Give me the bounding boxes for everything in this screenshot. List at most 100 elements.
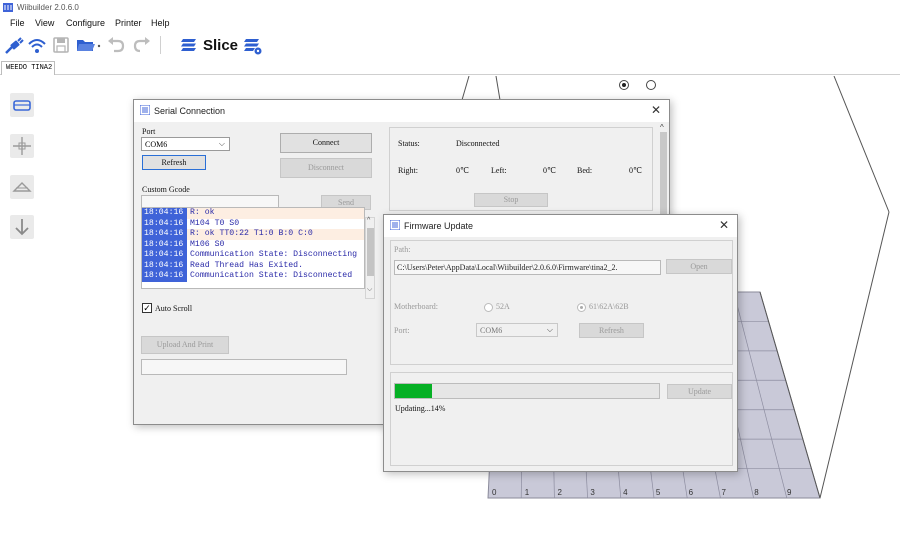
chevron-down-icon: ⌵ bbox=[218, 139, 225, 148]
left-tool-drop[interactable] bbox=[10, 215, 34, 239]
log-row: 18:04:16 Communication State: Disconnecte… bbox=[142, 271, 364, 282]
redo-icon[interactable] bbox=[133, 37, 151, 53]
tab-weedo-tina2[interactable]: WEEDO TINA2 bbox=[1, 61, 55, 75]
plate-ruler-label: 8 bbox=[754, 488, 759, 497]
stop-button[interactable]: Stop bbox=[474, 193, 548, 207]
port-label: Port bbox=[142, 127, 156, 136]
firmware-progress-bar bbox=[394, 383, 660, 399]
left-tool-rotate[interactable] bbox=[10, 175, 34, 199]
log-message: M106 S0 bbox=[190, 239, 225, 249]
log-list: 18:04:16 R: ok 18:04:16 M104 T0 S0 18:04:16 R… bbox=[141, 207, 365, 289]
close-icon[interactable]: ✕ bbox=[719, 218, 729, 232]
chevron-up-icon[interactable]: ^ bbox=[367, 217, 370, 224]
upload-and-print-button[interactable]: Upload And Print bbox=[141, 336, 229, 354]
serial-scroll-thumb[interactable] bbox=[660, 132, 667, 222]
move-icon bbox=[13, 137, 31, 155]
fw-refresh-button[interactable]: Refresh bbox=[579, 323, 644, 338]
autoscroll-label: Auto Scroll bbox=[155, 304, 193, 313]
log-timestamp: 18:04:16 bbox=[142, 218, 187, 229]
toolbar-separator bbox=[160, 36, 161, 54]
mb-option-61-62a-62b: 61\62A\62B bbox=[589, 302, 629, 311]
right-temp-value: 0℃ bbox=[456, 166, 469, 175]
log-row: 18:04:16 Communication State: Disconnecti… bbox=[142, 250, 364, 261]
disconnect-button[interactable]: Disconnect bbox=[280, 158, 372, 178]
firmware-title-bar: Firmware Update ✕ bbox=[384, 215, 737, 237]
slice-button-label[interactable]: Slice bbox=[203, 37, 238, 54]
plate-ruler-label: 2 bbox=[558, 488, 563, 497]
firmware-update-dialog: Firmware Update ✕ Path: C:\Users\Peter\A… bbox=[383, 214, 738, 472]
open-button[interactable]: Open bbox=[666, 259, 732, 274]
slice-icon[interactable] bbox=[180, 37, 198, 53]
log-scrollbar[interactable]: ^ ⌵ bbox=[365, 217, 375, 299]
menu-configure[interactable]: Configure bbox=[66, 18, 105, 28]
log-timestamp: 18:04:16 bbox=[142, 250, 187, 261]
port-select[interactable]: COM6 ⌵ bbox=[141, 137, 230, 151]
log-row: 18:04:16 R: ok bbox=[142, 208, 364, 219]
connect-button[interactable]: Connect bbox=[280, 133, 372, 153]
log-row: 18:04:16 M106 S0 bbox=[142, 239, 364, 250]
motherboard-label: Motherboard: bbox=[394, 302, 438, 311]
progress-text: Updating...14% bbox=[395, 404, 446, 413]
save-icon[interactable] bbox=[53, 37, 69, 53]
mb-radio-52a[interactable] bbox=[484, 303, 493, 312]
log-message: Communication State: Disconnecting bbox=[190, 250, 358, 259]
menu-file[interactable]: File bbox=[10, 18, 25, 28]
tab-strip bbox=[0, 59, 900, 75]
plate-ruler-label: 6 bbox=[689, 488, 694, 497]
slice-settings-icon[interactable] bbox=[243, 37, 263, 55]
open-icon[interactable] bbox=[76, 37, 104, 53]
log-message: M104 T0 S0 bbox=[190, 218, 240, 228]
path-input[interactable]: C:\Users\Peter\AppData\Local\Wiibuilder\… bbox=[394, 260, 661, 275]
chevron-up-icon[interactable]: ^ bbox=[660, 123, 664, 132]
left-tool-move[interactable] bbox=[10, 134, 34, 158]
status-value: Disconnected bbox=[456, 139, 500, 148]
plate-ruler-label: 1 bbox=[525, 488, 530, 497]
plate-ruler-label: 3 bbox=[590, 488, 595, 497]
log-row: 18:04:16 Read Thread Has Exited. bbox=[142, 260, 364, 271]
left-tool-platform[interactable] bbox=[10, 93, 34, 117]
log-message: Read Thread Has Exited. bbox=[190, 260, 304, 270]
plate-ruler-label: 0 bbox=[492, 488, 497, 497]
chevron-down-icon[interactable]: ⌵ bbox=[367, 286, 372, 294]
serial-title-bar: Serial Connection ✕ bbox=[134, 100, 669, 122]
update-button[interactable]: Update bbox=[667, 384, 732, 399]
path-label: Path: bbox=[394, 245, 411, 254]
fw-port-label: Port: bbox=[394, 326, 410, 335]
upload-progress-bar bbox=[141, 359, 347, 375]
app-icon bbox=[390, 220, 400, 230]
connect-icon[interactable] bbox=[4, 37, 24, 55]
view-radio-1[interactable] bbox=[619, 80, 629, 90]
fw-port-value: COM6 bbox=[480, 326, 503, 335]
autoscroll-checkbox[interactable]: ✓ bbox=[142, 303, 152, 313]
plate-ruler-label: 7 bbox=[721, 488, 726, 497]
chevron-down-icon: ⌵ bbox=[546, 325, 553, 334]
wifi-icon[interactable] bbox=[27, 37, 47, 55]
log-timestamp: 18:04:16 bbox=[142, 239, 187, 250]
log-message: Communication State: Disconnected bbox=[190, 271, 353, 280]
menu-printer[interactable]: Printer bbox=[115, 18, 142, 28]
view-radio-2[interactable] bbox=[646, 80, 656, 90]
mb-radio-61-62a-62b[interactable] bbox=[577, 303, 586, 312]
platform-icon bbox=[13, 100, 31, 111]
port-select-value: COM6 bbox=[145, 140, 168, 149]
plate-ruler-label: 4 bbox=[623, 488, 628, 497]
plate-ruler-label: 9 bbox=[787, 488, 792, 497]
bed-temp-label: Bed: bbox=[577, 166, 593, 175]
fw-port-select[interactable]: COM6 ⌵ bbox=[476, 323, 558, 337]
log-timestamp: 18:04:16 bbox=[142, 229, 187, 240]
undo-icon[interactable] bbox=[107, 37, 125, 53]
title-bar: Wiibuilder 2.0.6.0 bbox=[0, 0, 900, 15]
left-temp-label: Left: bbox=[491, 166, 507, 175]
status-label: Status: bbox=[398, 139, 420, 148]
close-icon[interactable]: ✕ bbox=[651, 103, 661, 117]
log-timestamp: 18:04:16 bbox=[142, 271, 187, 282]
toolbar: Slice bbox=[0, 31, 900, 59]
serial-dialog-title: Serial Connection bbox=[154, 106, 226, 116]
menu-view[interactable]: View bbox=[35, 18, 54, 28]
refresh-button[interactable]: Refresh bbox=[142, 155, 206, 170]
app-icon bbox=[140, 105, 150, 115]
bed-temp-value: 0℃ bbox=[629, 166, 642, 175]
plate-ruler-label: 5 bbox=[656, 488, 661, 497]
menu-help[interactable]: Help bbox=[151, 18, 170, 28]
log-scroll-thumb[interactable] bbox=[367, 228, 374, 276]
